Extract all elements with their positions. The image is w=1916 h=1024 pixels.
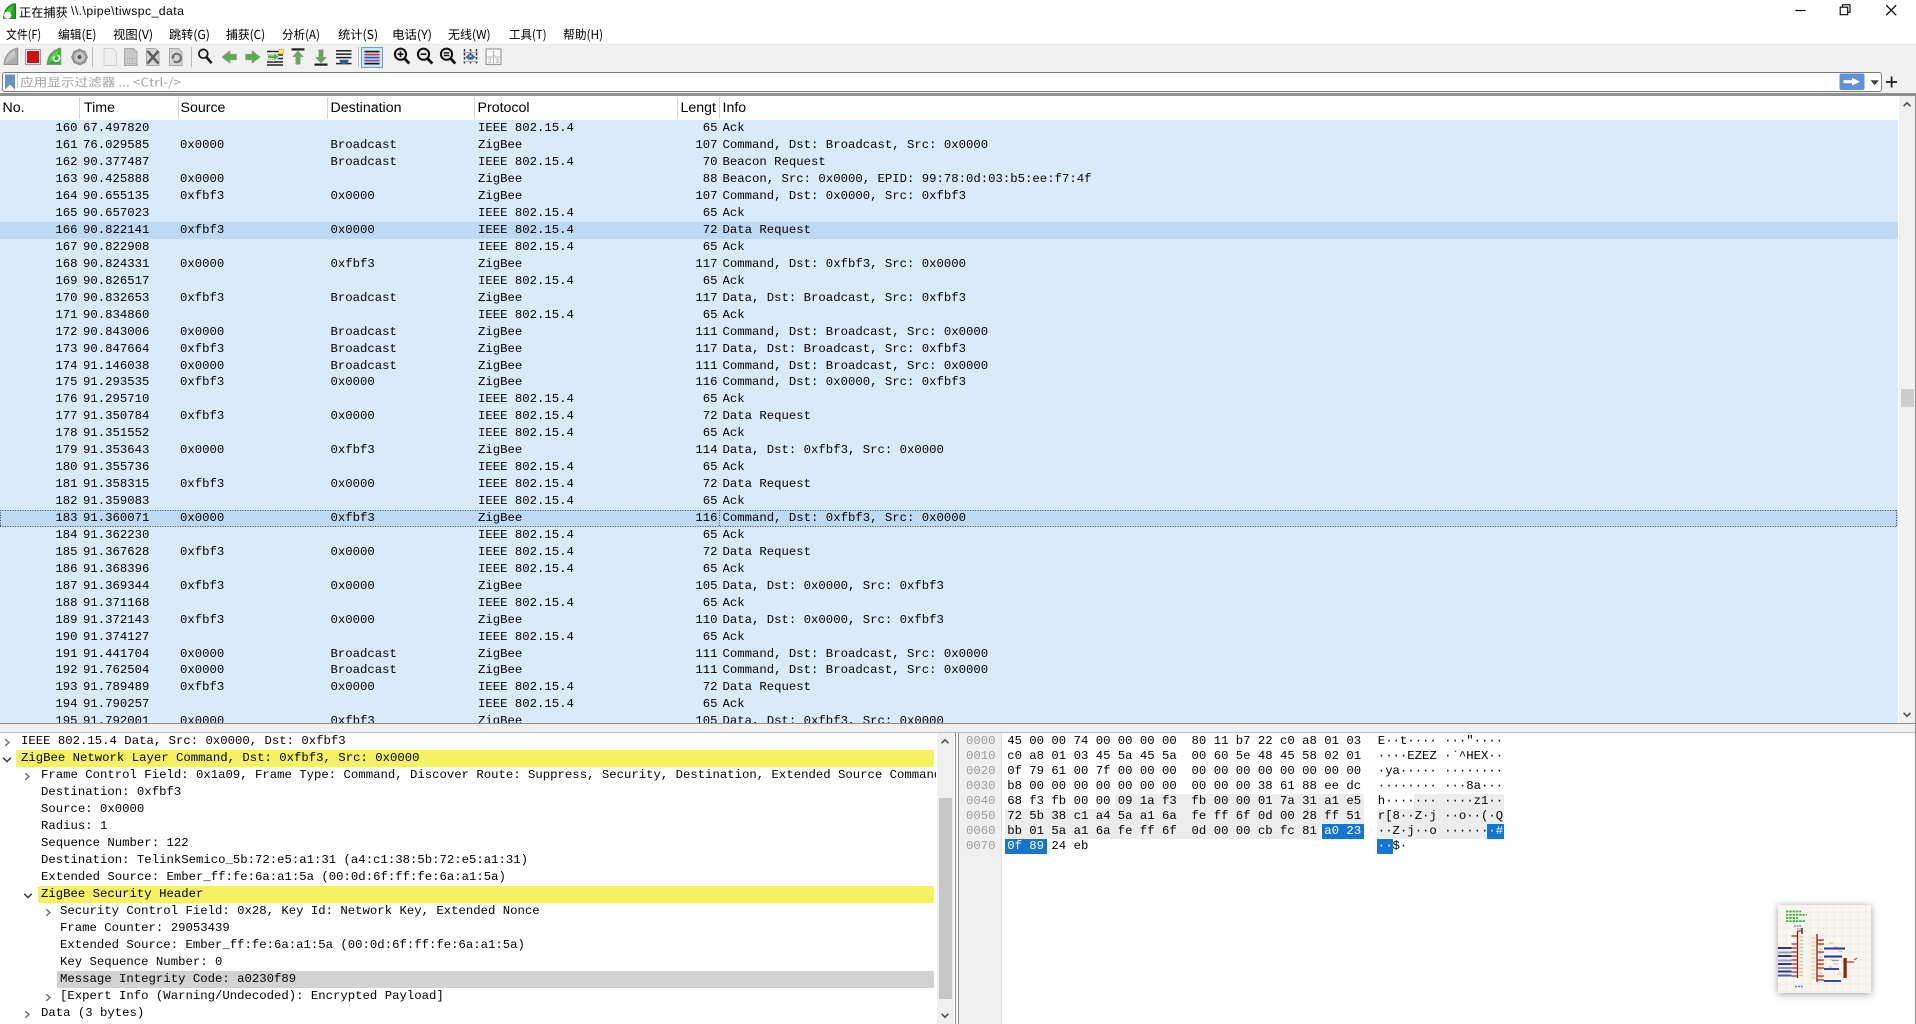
svg-text:010: 010: [126, 59, 135, 65]
